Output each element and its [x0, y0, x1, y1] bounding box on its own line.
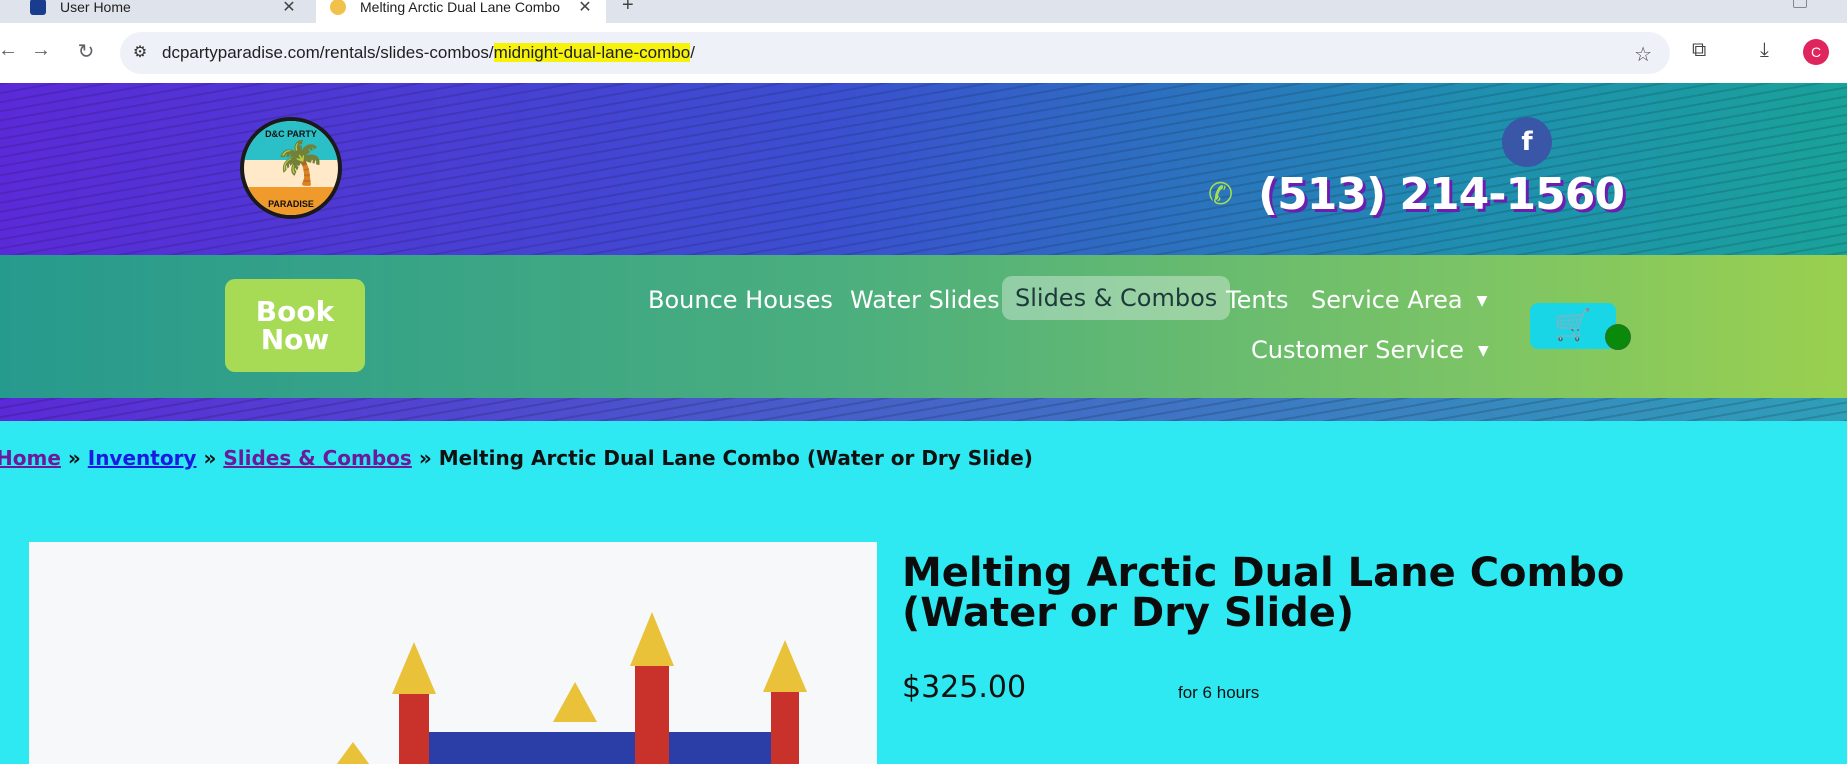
- inflatable-spire: [763, 640, 807, 692]
- profile-avatar[interactable]: C: [1803, 39, 1829, 65]
- url-suffix: /: [690, 43, 695, 62]
- inflatable-tower: [399, 692, 429, 764]
- close-tab-icon[interactable]: ✕: [576, 0, 594, 17]
- bookmark-star-icon[interactable]: ☆: [1634, 42, 1652, 67]
- breadcrumb-separator: »: [67, 446, 81, 470]
- browser-toolbar: ← → ↻ ⚙ dcpartyparadise.com/rentals/slid…: [0, 23, 1847, 83]
- nav-item-bounce-houses[interactable]: Bounce Houses: [648, 286, 833, 314]
- site-logo[interactable]: D&C PARTY 🌴 PARADISE: [240, 117, 342, 219]
- logo-text-bottom: PARADISE: [268, 199, 314, 209]
- back-icon[interactable]: ←: [0, 39, 20, 62]
- inflatable-tower: [635, 662, 669, 764]
- site-header: D&C PARTY 🌴 PARADISE f ✆ (513) 214-1560: [0, 83, 1847, 255]
- facebook-icon[interactable]: f: [1502, 117, 1552, 167]
- close-tab-icon[interactable]: ✕: [280, 0, 298, 17]
- url-prefix: dcpartyparadise.com/rentals/slides-combo…: [162, 43, 494, 62]
- breadcrumb: Home » Inventory » Slides & Combos » Mel…: [0, 446, 1033, 470]
- product-image[interactable]: [29, 542, 877, 764]
- book-now-label: Book Now: [255, 294, 335, 356]
- breadcrumb-home-link[interactable]: Home: [0, 446, 61, 470]
- breadcrumb-category-link[interactable]: Slides & Combos: [223, 446, 412, 470]
- product-price: $325.00: [902, 670, 1027, 705]
- dropdown-caret-icon: ▼: [1477, 343, 1489, 359]
- decorative-wave-strip: [0, 398, 1847, 421]
- phone-number[interactable]: (513) 214-1560: [1258, 169, 1625, 220]
- book-now-button[interactable]: Book Now: [225, 279, 365, 372]
- logo-text-top: D&C PARTY: [265, 129, 317, 139]
- rental-duration: for 6 hours: [1178, 683, 1260, 702]
- inflatable-wall: [419, 732, 799, 764]
- palm-tree-icon: 🌴: [274, 139, 327, 186]
- nav-item-label: Customer Service: [1251, 336, 1464, 364]
- browser-tabstrip: User Home ✕ Melting Arctic Dual Lane Com…: [0, 0, 1847, 23]
- tab-title: Melting Arctic Dual Lane Combo: [360, 0, 560, 15]
- nav-item-water-slides[interactable]: Water Slides: [850, 286, 1000, 314]
- url-text: dcpartyparadise.com/rentals/slides-combo…: [162, 43, 695, 63]
- download-icon[interactable]: ⤓: [1760, 39, 1769, 62]
- tab-product-page[interactable]: Melting Arctic Dual Lane Combo ✕: [316, 0, 606, 23]
- nav-item-label: Service Area: [1311, 286, 1463, 314]
- phone-icon: ✆: [1208, 178, 1234, 211]
- product-title: Melting Arctic Dual Lane Combo (Water or…: [902, 550, 1625, 636]
- inflatable-spire: [331, 742, 375, 764]
- breadcrumb-separator: »: [203, 446, 217, 470]
- inflatable-spire: [392, 642, 436, 694]
- shopping-cart-icon: 🛒: [1554, 309, 1592, 342]
- breadcrumb-current: Melting Arctic Dual Lane Combo (Water or…: [438, 446, 1033, 470]
- url-highlight: midnight-dual-lane-combo: [493, 43, 691, 62]
- nav-item-slides-combos[interactable]: Slides & Combos: [1002, 276, 1231, 320]
- breadcrumb-separator: »: [418, 446, 432, 470]
- inflatable-spire: [630, 612, 674, 666]
- site-favicon-icon: [330, 0, 346, 15]
- dropdown-caret-icon: ▼: [1476, 293, 1488, 309]
- nav-item-service-area[interactable]: Service Area ▼: [1311, 286, 1487, 314]
- cart-button[interactable]: 🛒: [1530, 303, 1616, 349]
- address-bar[interactable]: ⚙ dcpartyparadise.com/rentals/slides-com…: [120, 32, 1670, 74]
- main-navigation: Book Now Bounce Houses Water Slides Slid…: [0, 255, 1847, 398]
- nav-item-tents[interactable]: Tents: [1226, 286, 1288, 314]
- reload-icon[interactable]: ↻: [74, 39, 98, 64]
- window-restore-icon[interactable]: [1793, 0, 1807, 8]
- tab-title: User Home: [60, 0, 131, 15]
- inflatable-tower: [771, 692, 799, 764]
- new-tab-button[interactable]: +: [622, 0, 634, 17]
- site-favicon-icon: [30, 0, 46, 15]
- forward-icon[interactable]: →: [29, 39, 53, 62]
- site-info-icon[interactable]: ⚙: [130, 43, 150, 63]
- inflatable-spire: [553, 682, 597, 722]
- tab-user-home[interactable]: User Home ✕: [0, 0, 310, 23]
- extensions-icon[interactable]: ⧉: [1692, 39, 1706, 62]
- breadcrumb-inventory-link[interactable]: Inventory: [88, 446, 197, 470]
- cart-count-badge: 0: [1605, 324, 1631, 350]
- nav-item-customer-service[interactable]: Customer Service ▼: [1251, 336, 1489, 364]
